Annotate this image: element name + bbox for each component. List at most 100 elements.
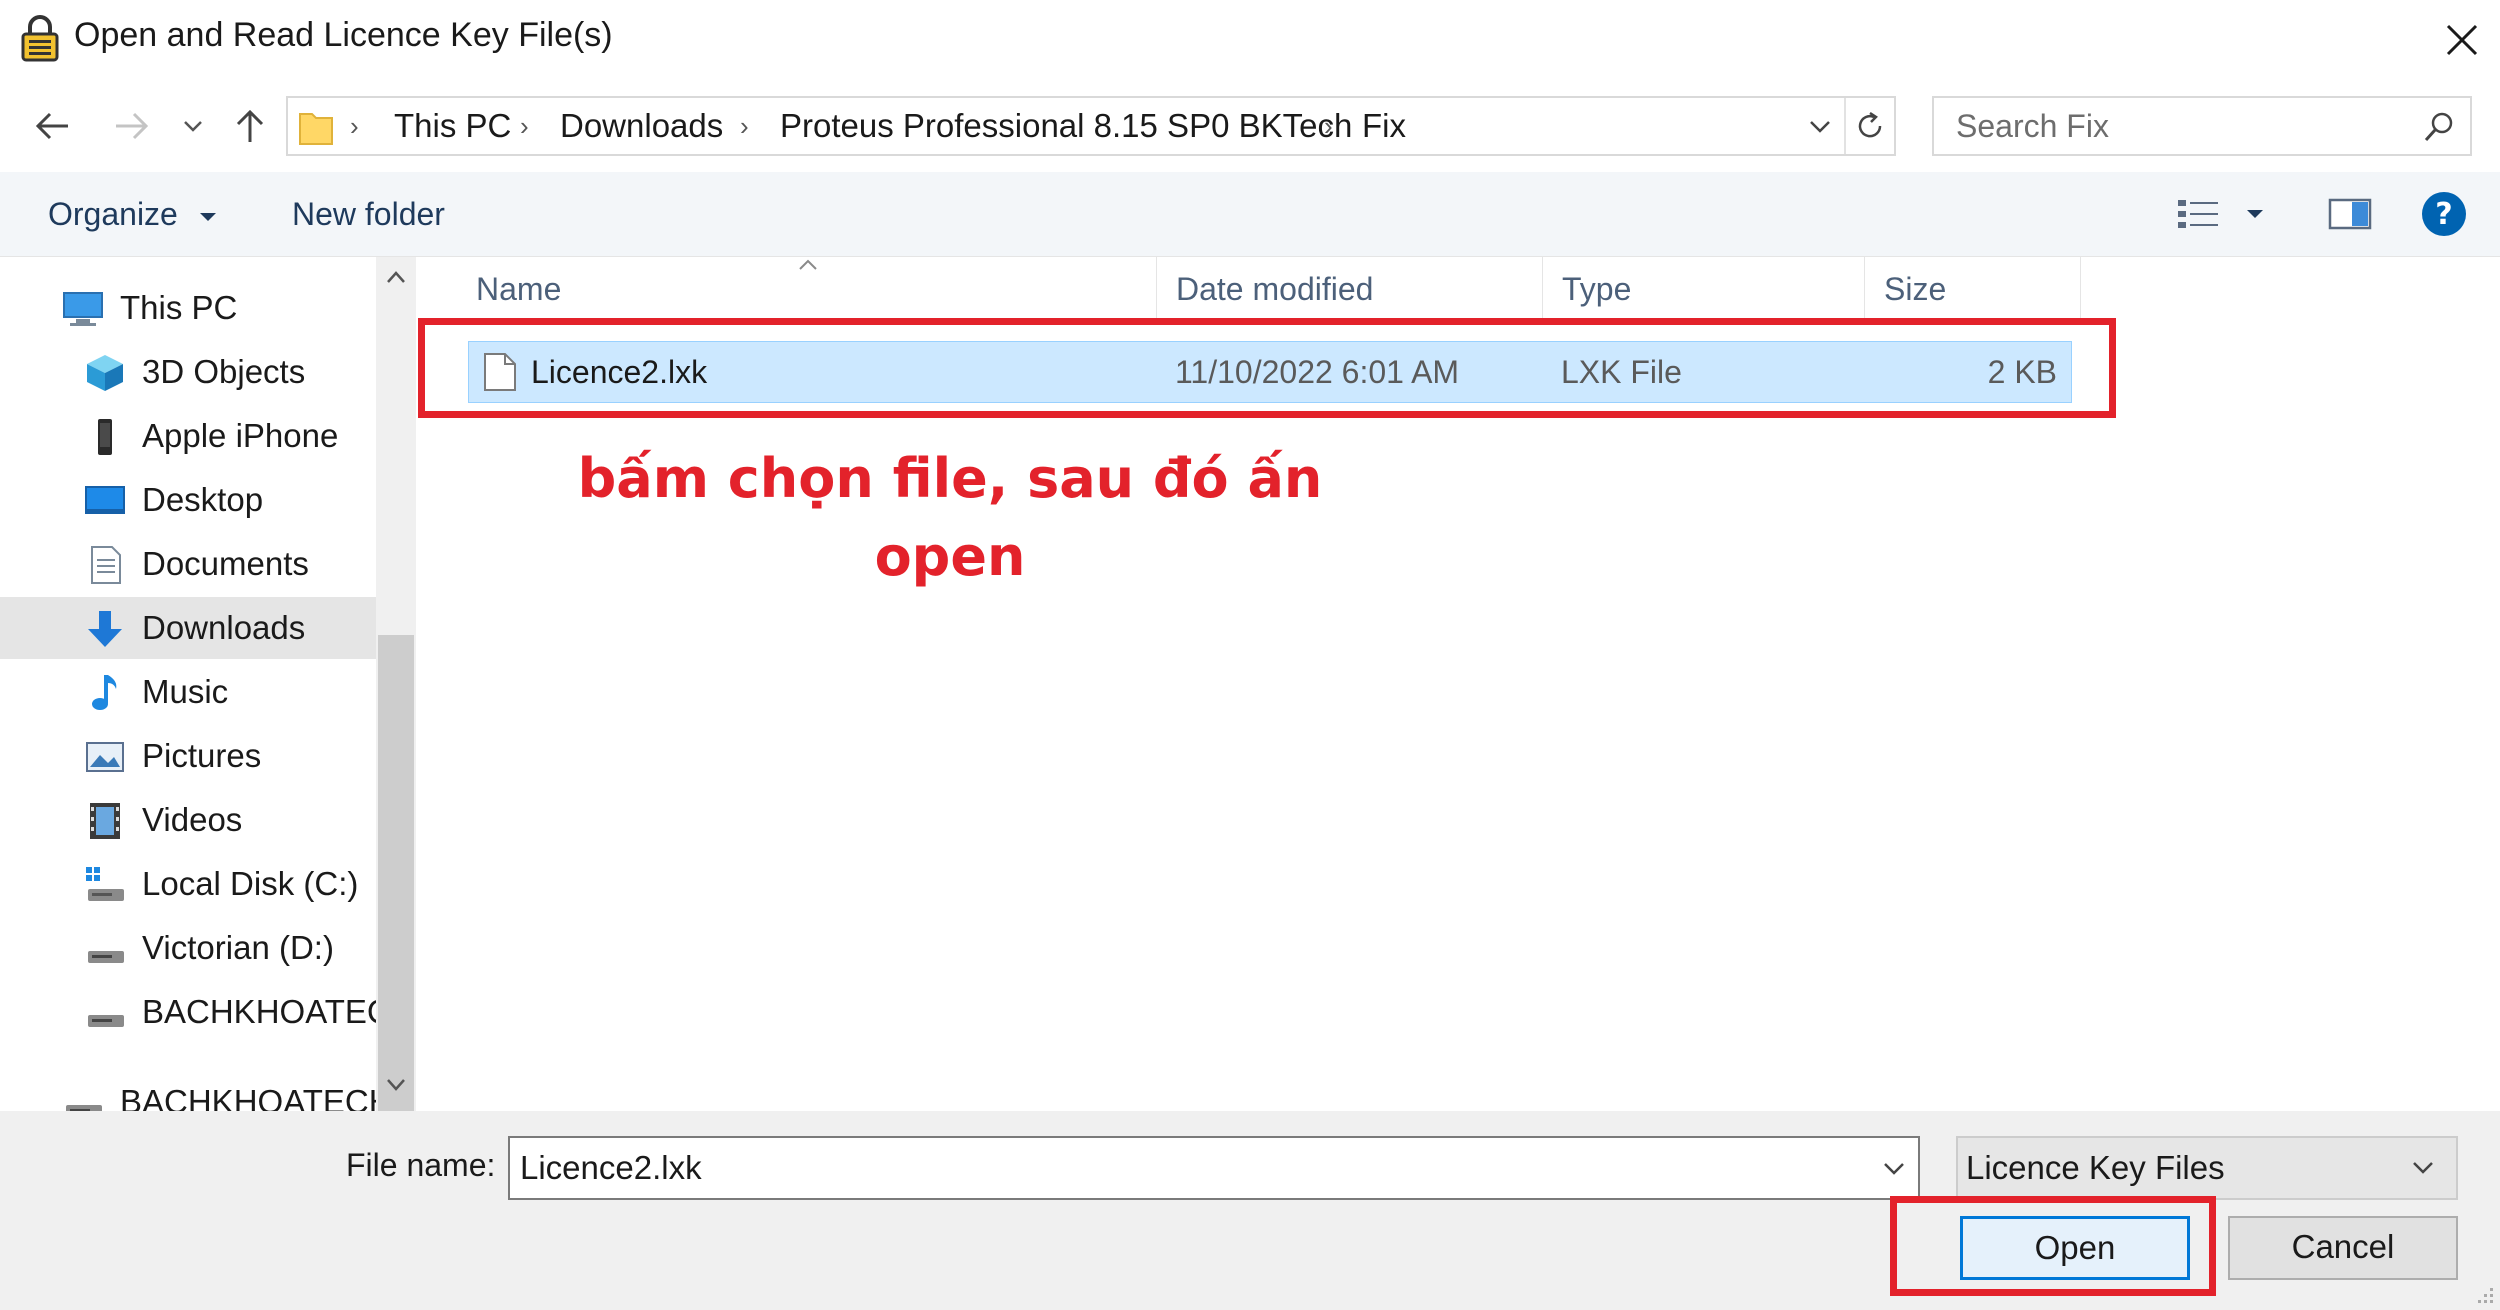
caret-down-icon xyxy=(199,212,216,221)
desktop-icon xyxy=(85,486,125,514)
padlock-icon xyxy=(21,15,59,62)
help-button[interactable]: ? xyxy=(2420,190,2468,238)
sort-ascending-icon xyxy=(799,259,817,270)
nav-item-bachkhoatech[interactable]: BACHKHOATECH xyxy=(0,1071,376,1111)
column-header-size[interactable]: Size xyxy=(1884,257,1946,321)
nav-item-local-disk-c[interactable]: Local Disk (C:) xyxy=(0,853,376,915)
chevron-down-icon xyxy=(2413,1162,2433,1174)
computer-icon xyxy=(63,292,103,326)
preview-pane-button[interactable] xyxy=(2326,192,2374,236)
annotation-instruction: bấm chọn file, sau đó ấn open xyxy=(560,440,1340,596)
document-icon xyxy=(91,546,121,584)
nav-item-this-pc[interactable]: This PC xyxy=(0,277,376,339)
navigation-pane: This PC 3D Objects Apple iPhone Desktop … xyxy=(0,257,376,1111)
new-folder-button[interactable]: New folder xyxy=(292,172,445,256)
nav-item-pictures[interactable]: Pictures xyxy=(0,725,376,787)
breadcrumb-this-pc[interactable]: This PC xyxy=(394,98,511,154)
music-note-icon xyxy=(92,675,117,710)
download-arrow-icon xyxy=(88,611,122,647)
search-placeholder: Search Fix xyxy=(1956,108,2109,144)
nav-item-label: Videos xyxy=(142,801,243,838)
close-icon xyxy=(2446,24,2478,56)
up-button[interactable] xyxy=(222,96,278,156)
film-icon xyxy=(90,803,120,839)
nav-item-label: Downloads xyxy=(142,609,306,646)
organize-button[interactable]: Organize xyxy=(48,172,219,256)
breadcrumb-downloads[interactable]: Downloads xyxy=(560,98,723,154)
arrow-right-icon xyxy=(116,112,149,140)
column-divider[interactable] xyxy=(2080,257,2081,321)
address-history-dropdown[interactable] xyxy=(1800,106,1840,146)
forward-button[interactable] xyxy=(104,96,160,156)
breadcrumb-fix[interactable]: Fix xyxy=(1362,98,1406,154)
folder-icon xyxy=(299,113,333,145)
nav-item-label: Victorian (D:) xyxy=(142,929,334,966)
chevron-down-icon xyxy=(387,1079,405,1091)
preview-pane-icon xyxy=(2328,198,2372,230)
details-view-icon xyxy=(2178,200,2218,228)
navigation-scrollbar[interactable] xyxy=(376,257,416,1255)
nav-item-desktop[interactable]: Desktop xyxy=(0,469,376,531)
svg-text:?: ? xyxy=(2435,197,2452,232)
nav-item-music[interactable]: Music xyxy=(0,661,376,723)
file-name-input[interactable]: Licence2.lxk xyxy=(508,1136,1920,1200)
column-divider[interactable] xyxy=(1542,257,1543,321)
nav-item-downloads[interactable]: Downloads xyxy=(0,597,376,659)
change-view-button[interactable] xyxy=(2176,192,2266,236)
recent-locations-button[interactable] xyxy=(168,96,218,156)
nav-item-victorian-d[interactable]: Victorian (D:) xyxy=(0,917,376,979)
nav-item-3d-objects[interactable]: 3D Objects xyxy=(0,341,376,403)
column-divider[interactable] xyxy=(1864,257,1865,321)
search-input[interactable]: Search Fix xyxy=(1932,96,2472,156)
cube-icon xyxy=(87,355,123,391)
resize-grip-icon[interactable] xyxy=(2474,1284,2496,1306)
close-button[interactable] xyxy=(2430,8,2494,72)
caret-down-icon xyxy=(2247,210,2263,218)
title-bar: Open and Read Licence Key File(s) xyxy=(0,0,2500,78)
file-name-label: File name: xyxy=(346,1147,496,1183)
search-icon xyxy=(2424,112,2453,142)
nav-item-label: Documents xyxy=(142,545,309,582)
refresh-button[interactable] xyxy=(1848,104,1892,148)
address-bar[interactable]: › This PC › Downloads › Proteus Professi… xyxy=(286,96,1896,156)
nav-item-label: BACHKHOATECH xyxy=(120,1083,376,1111)
chevron-down-icon xyxy=(184,121,202,132)
file-type-select[interactable]: Licence Key Files xyxy=(1956,1136,2458,1200)
annotation-line-2: open xyxy=(874,525,1026,588)
column-header-date-modified[interactable]: Date modified xyxy=(1176,257,1373,321)
phone-icon xyxy=(98,419,112,455)
breadcrumb-proteus-folder[interactable]: Proteus Professional 8.15 SP0 BKTech xyxy=(780,98,1352,154)
help-icon: ? xyxy=(2422,192,2466,236)
nav-item-apple-iphone[interactable]: Apple iPhone xyxy=(0,405,376,467)
nav-item-label: BACHKHOATECI xyxy=(142,993,376,1030)
column-header-type[interactable]: Type xyxy=(1562,257,1631,321)
cancel-button[interactable]: Cancel xyxy=(2228,1216,2458,1280)
windows-drive-icon xyxy=(86,867,124,901)
nav-item-bachkhoateci[interactable]: BACHKHOATECI xyxy=(0,981,376,1043)
annotation-line-1: bấm chọn file, sau đó ấn xyxy=(577,447,1323,510)
nav-item-videos[interactable]: Videos xyxy=(0,789,376,851)
organize-label: Organize xyxy=(48,196,178,232)
back-button[interactable] xyxy=(24,96,80,156)
breadcrumb-separator: › xyxy=(520,111,529,141)
refresh-icon xyxy=(1858,111,1882,138)
nav-item-label: This PC xyxy=(120,289,238,326)
arrow-up-icon xyxy=(236,109,264,142)
nav-item-label: Desktop xyxy=(142,481,264,518)
arrow-left-icon xyxy=(35,112,68,140)
column-header-name[interactable]: Name xyxy=(476,257,561,321)
window-title: Open and Read Licence Key File(s) xyxy=(74,16,613,54)
chevron-down-icon xyxy=(1810,121,1830,133)
nav-item-label: Apple iPhone xyxy=(142,417,339,454)
chevron-down-icon xyxy=(1884,1163,1904,1175)
breadcrumb-separator: › xyxy=(350,111,359,141)
file-name-dropdown[interactable] xyxy=(1872,1142,1916,1194)
breadcrumb-separator: › xyxy=(1324,111,1333,141)
drive-icon xyxy=(66,1105,102,1111)
file-name-value: Licence2.lxk xyxy=(520,1149,702,1186)
nav-item-label: Local Disk (C:) xyxy=(142,865,359,902)
breadcrumb-separator: › xyxy=(740,111,749,141)
annotation-highlight-file xyxy=(418,318,2116,418)
nav-item-documents[interactable]: Documents xyxy=(0,533,376,595)
column-divider[interactable] xyxy=(1156,257,1157,321)
